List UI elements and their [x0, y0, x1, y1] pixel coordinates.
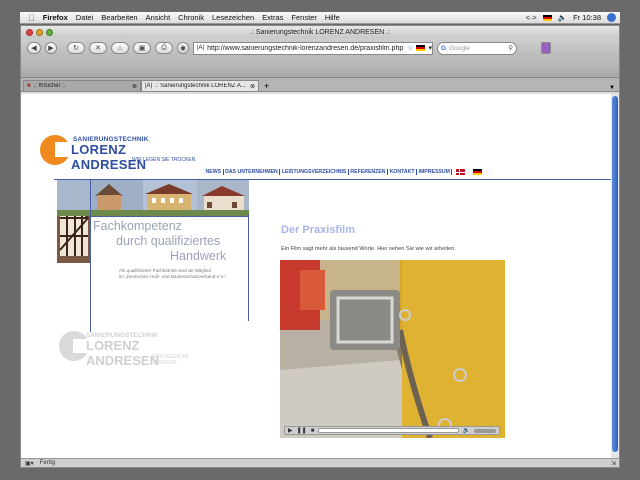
slogan-line3: Handwerk: [170, 249, 227, 263]
status-bar: ▣▾ Fertig ⇲: [21, 458, 619, 467]
german-flag-icon[interactable]: [542, 14, 552, 21]
company-logo[interactable]: SANIERUNGSTECHNIK LORENZ ANDRESEN WIR LE…: [40, 134, 200, 172]
reload-button[interactable]: ↻: [67, 42, 85, 54]
tab-label: .: fhSicher :.: [33, 83, 66, 89]
search-icon[interactable]: ⚲: [508, 44, 516, 52]
home-button[interactable]: ⌂: [111, 42, 129, 54]
danish-flag-icon[interactable]: [456, 169, 466, 175]
tab-close-icon[interactable]: ⊗: [132, 83, 137, 90]
play-icon[interactable]: ▶: [288, 427, 293, 434]
nav-news[interactable]: NEWS: [204, 169, 224, 175]
nav-kontakt[interactable]: KONTAKT: [388, 169, 418, 175]
watermark-logo-tagline: WIR LEGEN SIE TROCKEN: [152, 354, 190, 366]
window-title: .: Sanierungstechnik LORENZ ANDRESEN .:: [249, 28, 391, 36]
browser-window: .: Sanierungstechnik LORENZ ANDRESEN .: …: [20, 25, 620, 468]
nav-referenzen[interactable]: REFERENZEN: [349, 169, 389, 175]
tab-close-icon[interactable]: ⊗: [250, 83, 255, 90]
german-flag-icon[interactable]: [473, 169, 483, 175]
navigation-toolbar: ◀ ▶ ↻ ✕ ⌂ ▣ ⎙ ◉ |A| http://www.sanierung…: [21, 38, 619, 58]
layout-divider: [90, 180, 91, 332]
addon-icon[interactable]: [541, 42, 551, 54]
tab-label: .: Sanierungstechnik LORENZ A...: [155, 83, 246, 89]
layout-divider: [90, 216, 249, 217]
slogan-line1: Fachkompetenz: [93, 219, 182, 233]
google-icon[interactable]: G: [441, 45, 446, 52]
video-player[interactable]: [280, 260, 505, 438]
stop-button[interactable]: ✕: [89, 42, 107, 54]
url-bar[interactable]: |A| http://www.sanierungstechnik-lorenza…: [193, 41, 433, 55]
bookmarks-bar: [21, 58, 619, 78]
search-input[interactable]: Google: [449, 45, 505, 52]
globe-icon[interactable]: ◉: [177, 42, 189, 54]
site-favicon-icon: |A|: [197, 45, 205, 51]
menu-hilfe[interactable]: Hilfe: [325, 13, 340, 22]
nav-impressum[interactable]: IMPRESSUM: [417, 169, 453, 175]
intro-text: Ein Film sagt mehr als tausend Worte. Hi…: [281, 246, 456, 252]
video-controls: ▶ ❚❚ ■ 🔈: [284, 426, 500, 435]
main-navigation: NEWS DAS UNTERNEHMEN LEISTUNGSVERZEICHNI…: [204, 166, 483, 178]
bookmark-toolbar-button[interactable]: ▣: [133, 42, 151, 54]
volume-slider[interactable]: [474, 428, 496, 433]
tab-favicon-icon: ■: [27, 83, 31, 89]
desktop:  Firefox Datei Bearbeiten Ansicht Chron…: [0, 0, 640, 480]
watermark-logo: SANIERUNGSTECHNIK LORENZ ANDRESEN WIR LE…: [59, 331, 214, 368]
menu-lesezeichen[interactable]: Lesezeichen: [212, 13, 254, 22]
membership-text-line2: im „Deutschen Holz- und Bautenschutzverb…: [119, 274, 228, 279]
spotlight-icon[interactable]: [607, 13, 616, 22]
video-seek-bar[interactable]: [318, 428, 459, 433]
resize-grip-icon[interactable]: ⇲: [611, 460, 619, 467]
volume-icon[interactable]: 🔈: [558, 13, 567, 22]
pause-icon[interactable]: ❚❚: [297, 427, 307, 434]
title-bar: .: Sanierungstechnik LORENZ ANDRESEN .:: [21, 26, 619, 38]
status-text: Fertig: [39, 460, 56, 466]
code-status-icon[interactable]: <·>: [525, 13, 536, 22]
volume-icon[interactable]: 🔈: [463, 427, 470, 434]
menu-ansicht[interactable]: Ansicht: [146, 13, 171, 22]
tab-fhsicher[interactable]: ■ .: fhSicher :. ⊗: [23, 80, 141, 91]
tab-favicon-icon: |A|: [145, 83, 153, 89]
language-flag-icon[interactable]: [416, 45, 426, 51]
menu-datei[interactable]: Datei: [76, 13, 94, 22]
slogan-line2: durch qualifiziertes: [116, 234, 221, 248]
clock[interactable]: Fr 10:38: [573, 13, 601, 22]
nav-unternehmen[interactable]: DAS UNTERNEHMEN: [224, 169, 281, 175]
stop-icon[interactable]: ■: [311, 428, 315, 434]
url-dropdown-icon[interactable]: ▾: [428, 44, 432, 52]
tab-list-icon[interactable]: ▼: [609, 85, 619, 91]
menu-bearbeiten[interactable]: Bearbeiten: [101, 13, 137, 22]
menu-fenster[interactable]: Fenster: [291, 13, 316, 22]
apple-menu-icon[interactable]: : [28, 13, 35, 23]
print-button[interactable]: ⎙: [155, 42, 173, 54]
logo-tagline: WIR LEGEN SIE TROCKEN: [132, 157, 196, 163]
vertical-scrollbar[interactable]: [611, 94, 619, 458]
page-title: Der Praxisfilm: [281, 224, 355, 236]
forward-button[interactable]: ▶: [45, 42, 57, 54]
menu-extras[interactable]: Extras: [262, 13, 283, 22]
new-tab-button[interactable]: +: [259, 81, 274, 91]
tab-sanierungstechnik[interactable]: |A| .: Sanierungstechnik LORENZ A... ⊗: [141, 80, 259, 91]
membership-text-line1: Als qualifizierter Fachbetrieb sind wir …: [119, 268, 211, 273]
back-button[interactable]: ◀: [27, 42, 41, 54]
bookmark-star-icon[interactable]: ☆: [407, 44, 413, 52]
tab-bar: ■ .: fhSicher :. ⊗ |A| .: Sanierungstech…: [21, 78, 619, 92]
menu-bar:  Firefox Datei Bearbeiten Ansicht Chron…: [20, 12, 620, 24]
page-content: SANIERUNGSTECHNIK LORENZ ANDRESEN WIR LE…: [21, 94, 613, 458]
scrollbar-thumb[interactable]: [612, 96, 618, 452]
header-photo-strip: [57, 180, 249, 216]
menu-app-firefox[interactable]: Firefox: [43, 13, 68, 22]
layout-divider: [248, 214, 249, 321]
menu-chronik[interactable]: Chronik: [178, 13, 204, 22]
search-box[interactable]: G Google ⚲: [437, 41, 517, 55]
status-icon[interactable]: ▣▾: [25, 460, 34, 467]
url-input[interactable]: http://www.sanierungstechnik-lorenzandre…: [207, 45, 404, 52]
nav-leistungsverzeichnis[interactable]: LEISTUNGSVERZEICHNIS: [280, 169, 349, 175]
